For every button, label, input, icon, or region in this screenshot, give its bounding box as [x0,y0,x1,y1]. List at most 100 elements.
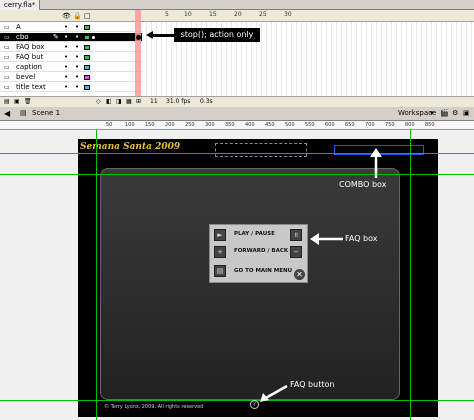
stage-ruler: 50 100 150 200 250 300 350 400 450 500 5… [0,121,474,130]
layer-row[interactable]: ▭ A • • [0,23,142,32]
lock-dot[interactable]: • [75,63,79,72]
faq-button[interactable]: ? [250,400,259,409]
pause-icon: ॥ [290,229,302,241]
current-frame: 11 [150,98,158,105]
ruler-tick: 50 [106,122,113,128]
ruler-tick: 700 [365,122,375,128]
ruler-tick: 850 [425,122,435,128]
center-frame-icon[interactable]: ◇ [96,98,101,105]
frame-rate[interactable]: 31.0 fps [166,98,190,105]
visibility-dot[interactable]: • [64,83,68,92]
ruler-tick: 800 [405,122,415,128]
elapsed-time: 0.3s [200,98,213,105]
stop-action-callout: stop(); action only [174,28,260,42]
ruler-tick: 650 [345,122,355,128]
faq-box[interactable]: ► PLAY / PAUSE ॥ + FORWARD / BACK − ▤ GO… [209,224,308,283]
layer-color-swatch[interactable] [84,25,90,30]
visibility-dot[interactable]: • [64,63,68,72]
copyright-text: © Terry Lyons, 2009. All rights reserved [104,404,204,410]
faq-button-annotation-arrow [260,384,288,402]
folder-icon[interactable]: ▣ [14,98,20,105]
visibility-dot[interactable]: • [64,33,68,42]
forward-icon: + [214,246,226,258]
layer-name: FAQ but [16,53,44,61]
keyframe[interactable] [136,35,141,40]
layer-color-swatch[interactable] [84,55,90,60]
callout-arrowhead [146,31,153,39]
faq-box-annotation: FAQ box [345,234,378,243]
layer-name: FAQ box [16,43,45,51]
ruler-tick: 150 [145,122,155,128]
playhead[interactable] [135,10,141,107]
lock-dot[interactable]: • [75,73,79,82]
layer-row[interactable]: ▭ FAQ but • • [0,53,142,62]
edit-multiple-icon[interactable]: ▦ [126,98,132,105]
layer-row[interactable]: ▭ caption • • [0,63,142,72]
layer-row-selected[interactable]: ▭ cbo ✎ • • [0,33,142,42]
layer-icon: ▭ [4,34,10,41]
visibility-dot[interactable]: • [64,43,68,52]
timeline-header: 👁 🔒 □ 5 10 15 20 25 30 [0,10,474,22]
scene-label[interactable]: Scene 1 [32,109,60,117]
guide-line[interactable] [0,400,474,401]
insert-layer-icon[interactable]: ▤ [4,98,10,105]
visibility-dot[interactable]: • [64,23,68,32]
ruler-tick: 450 [265,122,275,128]
onion-outline-icon[interactable]: ◨ [116,98,122,105]
chevron-down-icon[interactable]: ▾ [430,109,434,117]
zoom-field[interactable]: ▣ [463,109,470,117]
lock-icon[interactable]: 🔒 [73,12,82,20]
lock-dot[interactable]: • [75,83,79,92]
lock-dot[interactable]: • [75,23,79,32]
ruler-tick: 15 [209,11,217,18]
lock-dot[interactable]: • [75,33,79,42]
lock-dot[interactable]: • [75,53,79,62]
layer-color-swatch[interactable] [84,35,90,40]
layer-color-swatch[interactable] [84,85,90,90]
lock-dot[interactable]: • [75,43,79,52]
guide-line[interactable] [0,153,474,154]
caption-textbox[interactable] [215,143,307,157]
guide-line[interactable] [0,174,474,175]
ruler-tick: 30 [284,11,292,18]
close-icon[interactable]: ✕ [294,269,305,280]
ruler-tick: 300 [205,122,215,128]
back-arrow-icon[interactable]: ◀ [4,109,10,118]
delete-layer-icon[interactable]: 🗑 [24,98,32,105]
ruler-tick: 250 [185,122,195,128]
eye-icon[interactable]: 👁 [62,12,71,20]
layer-name: A [16,23,21,31]
ruler-tick: 500 [285,122,295,128]
back-icon: − [290,246,302,258]
ruler-tick: 20 [234,11,242,18]
layer-color-swatch[interactable] [84,45,90,50]
layer-color-swatch[interactable] [84,75,90,80]
edit-bar: ◀ ▤ Scene 1 Workspace ▾ 🎬 ⚙ ▣ [0,107,474,121]
layer-name: caption [16,63,42,71]
layer-icon: ▭ [4,44,10,51]
ruler-tick: 400 [245,122,255,128]
onion-markers-icon[interactable]: ⊞ [136,98,141,105]
guide-line[interactable] [410,130,411,420]
combo-annotation-arrow [370,148,382,178]
scene-icon: ▤ [20,109,27,117]
faq-button-annotation: FAQ button [290,380,335,389]
layer-name: cbo [16,33,29,41]
visibility-dot[interactable]: • [64,73,68,82]
layer-row[interactable]: ▭ title text • • [0,83,142,92]
combo-box-annotation: COMBO box [339,180,387,189]
keyframe[interactable] [91,35,96,40]
ruler-tick: 600 [325,122,335,128]
outline-icon[interactable]: □ [84,12,91,20]
visibility-dot[interactable]: • [64,53,68,62]
layer-row[interactable]: ▭ bevel • • [0,73,142,82]
edit-symbol-icon[interactable]: ⚙ [452,109,458,117]
play-icon: ► [214,229,226,241]
onion-skin-icon[interactable]: ◧ [106,98,112,105]
edit-scene-icon[interactable]: 🎬 [440,109,449,117]
document-tab[interactable]: cerry.fla* [0,0,41,10]
layer-color-swatch[interactable] [84,65,90,70]
ruler-tick: 350 [225,122,235,128]
layer-row[interactable]: ▭ FAQ box • • [0,43,142,52]
guide-line[interactable] [96,130,97,420]
